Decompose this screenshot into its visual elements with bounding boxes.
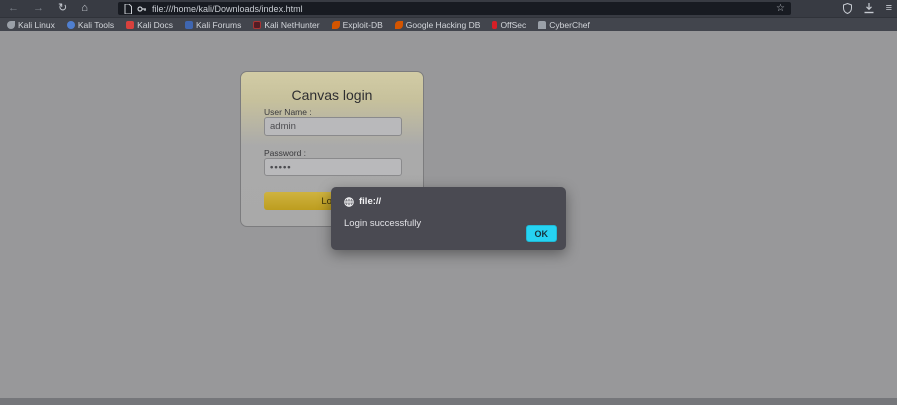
- bookmark-label: Exploit-DB: [343, 20, 383, 30]
- google-hacking-db-icon: [395, 21, 403, 29]
- bookmark-offsec[interactable]: OffSec: [492, 20, 526, 30]
- page-content: Canvas login User Name : Password : Logi…: [0, 31, 897, 398]
- bookmark-kali-linux[interactable]: Kali Linux: [7, 20, 55, 30]
- kali-nethunter-icon: [253, 21, 261, 29]
- bookmark-label: CyberChef: [549, 20, 590, 30]
- bookmark-label: Kali Forums: [196, 20, 241, 30]
- username-label: User Name :: [264, 107, 312, 117]
- password-label: Password :: [264, 148, 306, 158]
- menu-hamburger-icon[interactable]: ≡: [886, 3, 892, 14]
- browser-toolbar: ← → ↻ ⌂ file:///home/kali/Downloads/inde…: [0, 0, 897, 17]
- password-input[interactable]: [264, 158, 402, 176]
- browser-window: ← → ↻ ⌂ file:///home/kali/Downloads/inde…: [0, 0, 897, 405]
- alert-origin: file://: [359, 196, 381, 207]
- exploit-db-icon: [332, 21, 340, 29]
- bookmark-kali-tools[interactable]: Kali Tools: [67, 20, 114, 30]
- bookmark-google-hacking-db[interactable]: Google Hacking DB: [395, 20, 481, 30]
- toolbar-right-icons: ≡: [843, 0, 892, 17]
- kali-linux-icon: [7, 21, 15, 29]
- saved-password-key-icon[interactable]: [137, 5, 147, 13]
- bookmark-label: Kali NetHunter: [264, 20, 319, 30]
- reload-icon[interactable]: ↻: [58, 3, 67, 14]
- url-bar[interactable]: file:///home/kali/Downloads/index.html ☆: [118, 2, 791, 15]
- globe-icon: [344, 197, 354, 207]
- kali-tools-icon: [67, 21, 75, 29]
- alert-dialog: file:// Login successfully OK: [331, 187, 566, 250]
- kali-forums-icon: [185, 21, 193, 29]
- bookmark-kali-docs[interactable]: Kali Docs: [126, 20, 173, 30]
- bookmark-cyberchef[interactable]: CyberChef: [538, 20, 590, 30]
- page-document-icon: [124, 4, 132, 14]
- alert-dialog-header: file://: [344, 196, 381, 207]
- bookmark-kali-forums[interactable]: Kali Forums: [185, 20, 241, 30]
- bookmark-label: Kali Tools: [78, 20, 114, 30]
- bookmark-star-icon[interactable]: ☆: [776, 3, 785, 14]
- kali-docs-icon: [126, 21, 134, 29]
- nav-buttons: ← → ↻ ⌂: [8, 0, 88, 17]
- downloads-icon[interactable]: [864, 3, 874, 14]
- home-icon[interactable]: ⌂: [81, 3, 88, 14]
- bookmark-exploit-db[interactable]: Exploit-DB: [332, 20, 383, 30]
- bookmark-kali-nethunter[interactable]: Kali NetHunter: [253, 20, 319, 30]
- login-card-title: Canvas login: [241, 87, 423, 103]
- bookmark-label: OffSec: [500, 20, 526, 30]
- url-text[interactable]: file:///home/kali/Downloads/index.html: [152, 4, 776, 14]
- forward-icon[interactable]: →: [33, 3, 44, 14]
- bookmark-label: Google Hacking DB: [406, 20, 481, 30]
- alert-message: Login successfully: [344, 218, 421, 229]
- back-icon[interactable]: ←: [8, 3, 19, 14]
- bookmarks-bar: Kali Linux Kali Tools Kali Docs Kali For…: [0, 17, 897, 31]
- bottom-edge-strip: [0, 398, 897, 405]
- ok-button[interactable]: OK: [526, 225, 558, 242]
- bookmark-label: Kali Linux: [18, 20, 55, 30]
- username-input[interactable]: [264, 117, 402, 136]
- offsec-icon: [492, 21, 497, 29]
- cyberchef-icon: [538, 21, 546, 29]
- account-shield-icon[interactable]: [843, 3, 852, 14]
- bookmark-label: Kali Docs: [137, 20, 173, 30]
